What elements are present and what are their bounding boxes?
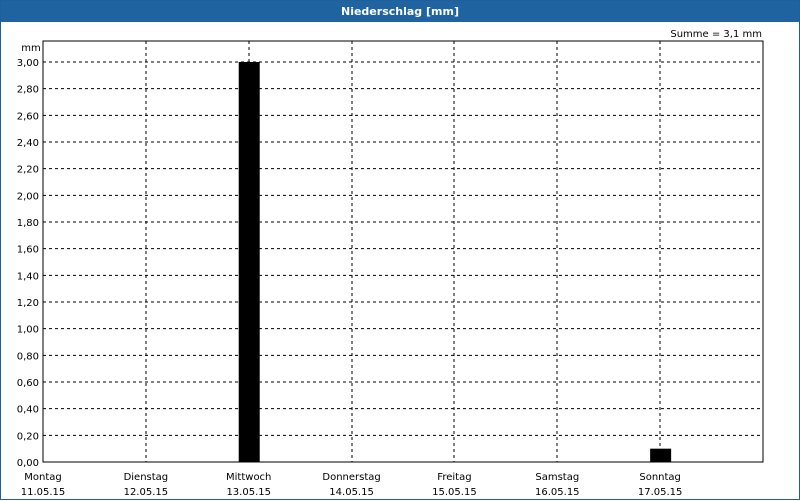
grid-lines	[43, 41, 763, 462]
y-tick-label: 1,60	[17, 245, 39, 256]
y-tick-label: 1,20	[17, 298, 39, 309]
x-tick-date: 15.05.15	[432, 487, 477, 498]
x-tick: Montag 11.05.15	[21, 472, 66, 498]
x-tick-date: 11.05.15	[21, 487, 66, 498]
y-tick-label: 0,60	[17, 378, 39, 389]
x-tick-day: Freitag	[437, 472, 471, 483]
x-tick-day: Dienstag	[124, 472, 169, 483]
y-tick-label: 2,20	[17, 165, 39, 176]
x-tick-date: 12.05.15	[124, 487, 169, 498]
x-tick-day: Montag	[24, 472, 61, 483]
bars	[238, 62, 672, 462]
x-tick-date: 14.05.15	[329, 487, 374, 498]
chart-window: Niederschlag [mm] Summe = 3,1 mm mm 0,00…	[0, 0, 800, 500]
x-axis-ticks: Montag 11.05.15 Dienstag 12.05.15 Mittwoch 13…	[21, 472, 683, 498]
y-tick-label: 1,40	[17, 271, 39, 282]
x-tick-date: 16.05.15	[535, 487, 580, 498]
y-axis-ticks: 0,00 0,20 0,40 0,60 0,80 1,00 1,20 1,40 1,60 1,80…	[17, 58, 39, 469]
bar-sonntag	[650, 448, 672, 462]
y-axis-unit: mm	[21, 43, 40, 54]
y-tick-label: 3,00	[17, 58, 39, 69]
x-tick-day: Samstag	[535, 472, 579, 483]
x-tick-date: 17.05.15	[638, 487, 683, 498]
x-tick-day: Sonntag	[639, 472, 681, 483]
y-tick-label: 2,80	[17, 85, 39, 96]
y-tick-label: 0,00	[17, 458, 39, 469]
x-tick: Samstag 16.05.15	[535, 472, 580, 498]
x-tick-date: 13.05.15	[226, 487, 271, 498]
y-tick-label: 1,80	[17, 218, 39, 229]
y-tick-label: 2,60	[17, 111, 39, 122]
bar-mittwoch	[238, 62, 260, 462]
sum-label: Summe = 3,1 mm	[670, 29, 762, 40]
x-tick: Freitag 15.05.15	[432, 472, 477, 498]
y-tick-label: 0,20	[17, 431, 39, 442]
y-tick-label: 0,80	[17, 351, 39, 362]
precipitation-chart: Summe = 3,1 mm mm 0,00 0,20 0,40 0,60 0,80 1,…	[17, 29, 764, 498]
plot-frame	[42, 40, 764, 463]
y-tick-label: 1,00	[17, 325, 39, 336]
y-tick-label: 0,40	[17, 405, 39, 416]
x-tick: Donnerstag 14.05.15	[322, 472, 380, 498]
x-tick: Sonntag 17.05.15	[638, 472, 683, 498]
y-tick-label: 2,40	[17, 138, 39, 149]
x-tick: Mittwoch 13.05.15	[226, 472, 271, 498]
x-tick-day: Donnerstag	[322, 472, 380, 483]
x-tick: Dienstag 12.05.15	[124, 472, 169, 498]
x-tick-day: Mittwoch	[226, 472, 271, 483]
y-tick-label: 2,00	[17, 191, 39, 202]
